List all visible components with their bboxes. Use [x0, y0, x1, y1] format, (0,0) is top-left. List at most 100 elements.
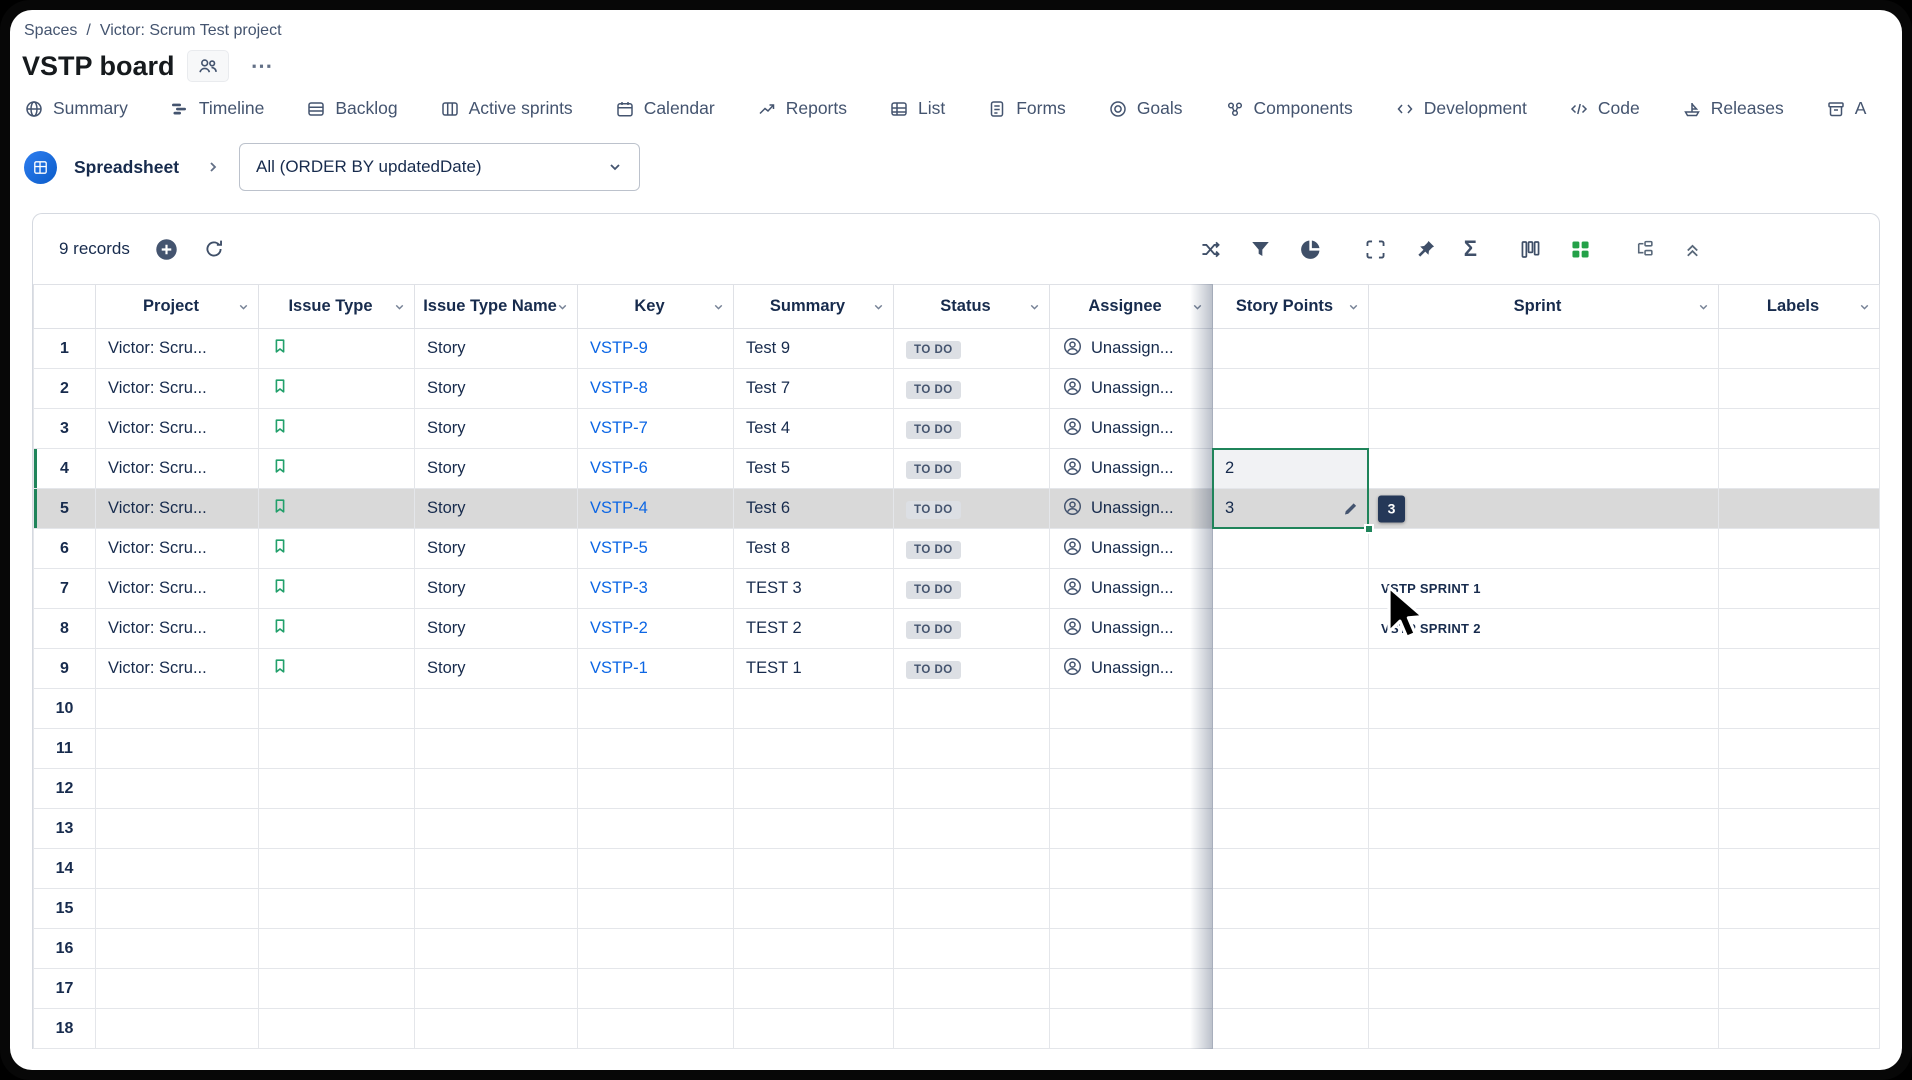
tab-goals[interactable]: Goals — [1108, 98, 1183, 119]
cell-empty[interactable] — [259, 769, 415, 809]
cell-empty[interactable] — [734, 849, 894, 889]
cell-empty[interactable] — [1369, 849, 1719, 889]
cell-key[interactable]: VSTP-4 — [578, 489, 734, 529]
tab-development[interactable]: Development — [1395, 98, 1527, 119]
tab-releases[interactable]: Releases — [1682, 98, 1784, 119]
cell-empty[interactable] — [734, 1009, 894, 1049]
cell-summary[interactable]: Test 7 — [734, 369, 894, 409]
cell-status[interactable]: TO DO — [894, 569, 1050, 609]
cell-story-points[interactable] — [1213, 409, 1369, 449]
issue-key-link[interactable]: VSTP-7 — [590, 419, 648, 437]
cell-empty[interactable] — [894, 969, 1050, 1009]
cell-issue-type[interactable] — [259, 329, 415, 369]
cell-empty[interactable] — [894, 929, 1050, 969]
cell-story-points[interactable] — [1213, 649, 1369, 689]
cell-empty[interactable] — [1213, 889, 1369, 929]
cell-labels[interactable] — [1719, 609, 1880, 649]
issue-key-link[interactable]: VSTP-6 — [590, 459, 648, 477]
cell-empty[interactable] — [578, 1009, 734, 1049]
column-header-project[interactable]: Project — [96, 285, 259, 329]
cell-labels[interactable] — [1719, 649, 1880, 689]
cell-assignee[interactable]: Unassign... — [1050, 649, 1213, 689]
cell-issue-type[interactable] — [259, 489, 415, 529]
cell-story-points[interactable] — [1213, 369, 1369, 409]
column-header-issue-type-name[interactable]: Issue Type Name — [415, 285, 578, 329]
issue-key-link[interactable]: VSTP-8 — [590, 379, 648, 397]
cell-project[interactable]: Victor: Scru... — [96, 329, 259, 369]
cell-empty[interactable] — [415, 809, 578, 849]
pie-chart-icon[interactable] — [1299, 238, 1322, 261]
column-menu-chevron-icon[interactable] — [1028, 300, 1041, 313]
cell-empty[interactable] — [894, 889, 1050, 929]
cell-story-points[interactable] — [1213, 569, 1369, 609]
cell-empty[interactable] — [1369, 689, 1719, 729]
cell-summary[interactable]: Test 5 — [734, 449, 894, 489]
cell-assignee[interactable]: Unassign... — [1050, 329, 1213, 369]
cell-key[interactable]: VSTP-5 — [578, 529, 734, 569]
cell-empty[interactable] — [1719, 689, 1880, 729]
issue-key-link[interactable]: VSTP-5 — [590, 539, 648, 557]
cell-sprint[interactable] — [1369, 649, 1719, 689]
cell-empty[interactable] — [578, 849, 734, 889]
cell-empty[interactable] — [1719, 769, 1880, 809]
cell-issue-type[interactable] — [259, 529, 415, 569]
cell-sprint[interactable] — [1369, 529, 1719, 569]
cell-empty[interactable] — [578, 689, 734, 729]
breadcrumb-project[interactable]: Victor: Scrum Test project — [100, 22, 282, 40]
cell-labels[interactable] — [1719, 449, 1880, 489]
cell-empty[interactable] — [894, 849, 1050, 889]
cell-empty[interactable] — [415, 929, 578, 969]
cell-empty[interactable] — [578, 929, 734, 969]
row-number[interactable]: 1 — [34, 329, 96, 369]
issue-key-link[interactable]: VSTP-1 — [590, 659, 648, 677]
cell-empty[interactable] — [96, 729, 259, 769]
cell-empty[interactable] — [96, 1009, 259, 1049]
cell-key[interactable]: VSTP-9 — [578, 329, 734, 369]
cell-empty[interactable] — [578, 809, 734, 849]
row-number[interactable]: 16 — [34, 929, 96, 969]
cell-sprint[interactable] — [1369, 329, 1719, 369]
issue-key-link[interactable]: VSTP-9 — [590, 339, 648, 357]
tab-code[interactable]: Code — [1569, 98, 1640, 119]
cell-empty[interactable] — [1050, 969, 1213, 1009]
column-header-issue-type[interactable]: Issue Type — [259, 285, 415, 329]
column-header-key[interactable]: Key — [578, 285, 734, 329]
cell-key[interactable]: VSTP-2 — [578, 609, 734, 649]
row-number[interactable]: 15 — [34, 889, 96, 929]
column-header-labels[interactable]: Labels — [1719, 285, 1880, 329]
cell-empty[interactable] — [1213, 809, 1369, 849]
cell-summary[interactable]: TEST 2 — [734, 609, 894, 649]
cell-empty[interactable] — [734, 729, 894, 769]
row-number[interactable]: 4 — [34, 449, 96, 489]
tab-forms[interactable]: Forms — [987, 98, 1066, 119]
cell-project[interactable]: Victor: Scru... — [96, 609, 259, 649]
row-number[interactable]: 2 — [34, 369, 96, 409]
column-header-status[interactable]: Status — [894, 285, 1050, 329]
cell-issue-type-name[interactable]: Story — [415, 409, 578, 449]
tab-reports[interactable]: Reports — [757, 98, 847, 119]
corner-header-cell[interactable] — [34, 285, 96, 329]
column-menu-chevron-icon[interactable] — [1697, 300, 1710, 313]
cell-empty[interactable] — [1050, 929, 1213, 969]
row-number[interactable]: 7 — [34, 569, 96, 609]
column-header-sprint[interactable]: Sprint — [1369, 285, 1719, 329]
cell-status[interactable]: TO DO — [894, 489, 1050, 529]
cell-empty[interactable] — [734, 809, 894, 849]
cell-labels[interactable] — [1719, 489, 1880, 529]
cell-empty[interactable] — [259, 849, 415, 889]
fill-handle[interactable] — [1364, 524, 1374, 534]
cell-empty[interactable] — [894, 729, 1050, 769]
cell-key[interactable]: VSTP-6 — [578, 449, 734, 489]
cell-assignee[interactable]: Unassign... — [1050, 609, 1213, 649]
cell-empty[interactable] — [734, 929, 894, 969]
cell-summary[interactable]: Test 8 — [734, 529, 894, 569]
cell-project[interactable]: Victor: Scru... — [96, 449, 259, 489]
issue-key-link[interactable]: VSTP-3 — [590, 579, 648, 597]
sum-sigma-icon[interactable]: Σ — [1464, 238, 1477, 260]
cell-summary[interactable]: TEST 1 — [734, 649, 894, 689]
cell-status[interactable]: TO DO — [894, 329, 1050, 369]
collapse-all-icon[interactable] — [1682, 239, 1703, 260]
cell-empty[interactable] — [578, 729, 734, 769]
cell-sprint[interactable] — [1369, 449, 1719, 489]
row-number[interactable]: 3 — [34, 409, 96, 449]
